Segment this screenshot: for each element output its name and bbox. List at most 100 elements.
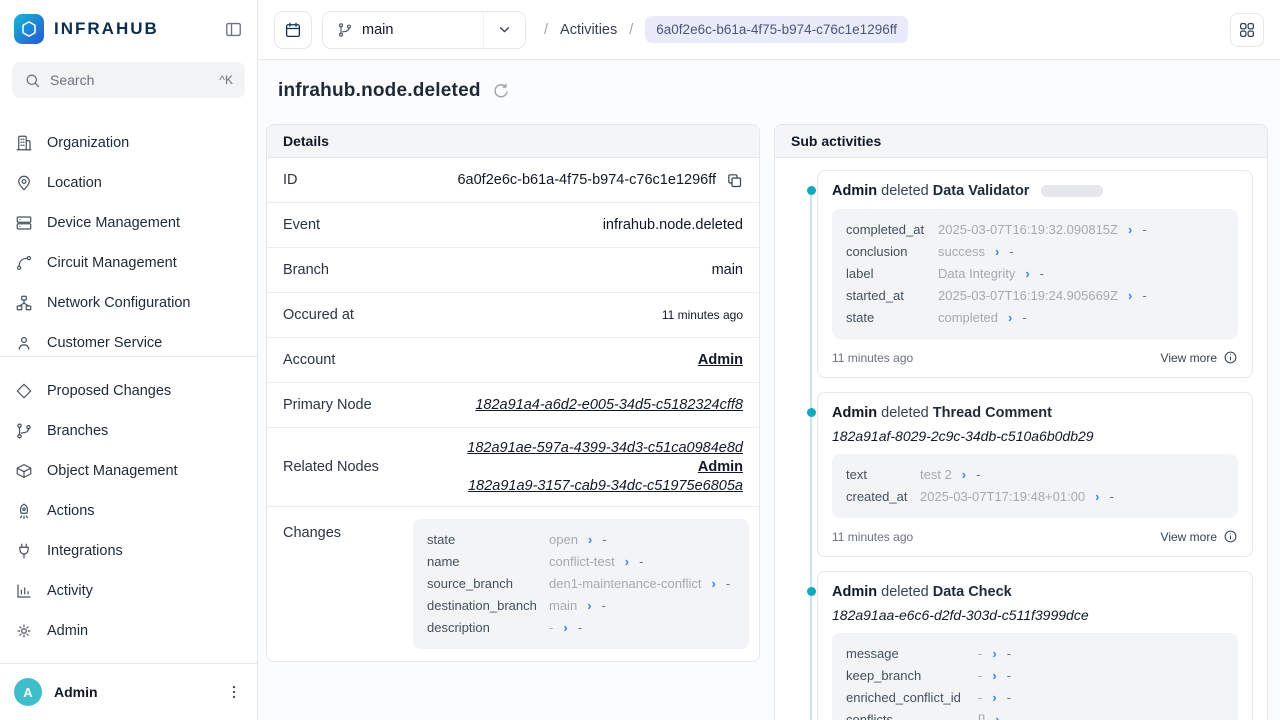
chevron-down-icon[interactable] [483,12,525,48]
field-row: started_at2025-03-07T16:19:24.905669Z- [846,285,1224,307]
field-row: created_at2025-03-07T17:19:48+01:00- [846,486,1224,508]
account-link[interactable]: Admin [698,352,743,368]
sidebar: INFRAHUB Search ^K Organization Location [0,0,258,720]
chevron-right-icon [711,573,715,595]
user-menu-kebab-icon[interactable] [225,683,243,701]
apps-grid-button[interactable] [1230,13,1264,47]
breadcrumb-activities[interactable]: Activities [560,22,617,38]
network-icon [15,294,33,312]
circuit-icon [15,254,33,272]
sidebar-item-label: Network Configuration [47,295,190,311]
sidebar-header: INFRAHUB [0,0,257,52]
panels: Details ID 6a0f2e6c-b61a-4f75-b974-c76c1… [266,124,1268,720]
card-time: 11 minutes ago [832,530,913,544]
sub-activities-panel: Sub activities Admin deleted Data Valida… [774,124,1268,720]
card-footer: 11 minutes ago View more [832,350,1238,365]
server-icon [15,214,33,232]
card-time: 11 minutes ago [832,351,913,365]
sub-activity-card: Admin deleted Data Check 182a91aa-e6c6-d… [817,571,1253,720]
related-node-link[interactable]: 182a91a9-3157-cab9-34dc-c51975e6805a [468,478,743,494]
search-input[interactable]: Search ^K [12,62,245,98]
refresh-icon[interactable] [492,82,510,100]
breadcrumb-activity-id[interactable]: 6a0f2e6c-b61a-4f75-b974-c76c1e1296ff [645,16,908,43]
view-more-button[interactable]: View more [1161,350,1238,365]
git-branch-icon [15,422,33,440]
search-icon [24,72,41,89]
sidebar-item-proposed-changes[interactable]: Proposed Changes [0,371,257,411]
page-content: infrahub.node.deleted Details ID 6a0f2e6… [258,60,1280,720]
main-area: main / Activities / 6a0f2e6c-b61a-4f75-b… [258,0,1280,720]
copy-icon[interactable] [726,172,743,189]
field-row: completed_at2025-03-07T16:19:32.090815Z- [846,219,1224,241]
change-row: description-- [427,617,735,639]
chevron-right-icon [962,464,966,486]
timeline-dot [807,408,816,417]
sidebar-item-label: Location [47,175,102,191]
sidebar-item-label: Actions [47,503,95,519]
detail-occured-value: 11 minutes ago [662,308,743,322]
field-row: keep_branch-- [846,665,1224,687]
sidebar-item-admin[interactable]: Admin [0,611,257,651]
primary-node-link[interactable]: 182a91a4-a6d2-e005-34d5-c5182324cff8 [475,397,743,413]
sub-activities-timeline: Admin deleted Data Validator completed_a… [775,158,1267,720]
customer-icon [15,334,33,352]
sidebar-item-label: Integrations [47,543,123,559]
git-branch-icon [337,22,353,38]
chevron-right-icon [995,241,999,263]
sidebar-item-integrations[interactable]: Integrations [0,531,257,571]
fields-box: message-- keep_branch-- enriched_conflic… [832,633,1238,720]
cube-icon [15,462,33,480]
view-more-button[interactable]: View more [1161,529,1238,544]
chevron-right-icon [1008,307,1012,329]
avatar[interactable]: A [14,678,42,706]
sidebar-item-location[interactable]: Location [0,163,257,203]
sidebar-item-activity[interactable]: Activity [0,571,257,611]
chevron-right-icon [563,617,567,639]
bar-chart-icon [15,582,33,600]
sidebar-item-object-management[interactable]: Object Management [0,451,257,491]
details-panel: Details ID 6a0f2e6c-b61a-4f75-b974-c76c1… [266,124,760,662]
plug-icon [15,542,33,560]
related-node-link[interactable]: 182a91ae-597a-4399-34d3-c51ca0984e8d [467,440,743,456]
sidebar-item-actions[interactable]: Actions [0,491,257,531]
collapse-sidebar-button[interactable] [224,20,243,39]
chevron-right-icon [1128,219,1132,241]
timeline-line [810,190,812,720]
timeline-dot [807,186,816,195]
sidebar-item-network-configuration[interactable]: Network Configuration [0,283,257,323]
sidebar-user-row: A Admin [0,663,257,720]
change-row: destination_branchmain- [427,595,735,617]
related-node-link[interactable]: Admin [698,459,743,475]
chevron-right-icon [1025,263,1029,285]
sidebar-nav: Organization Location Device Management … [0,123,257,651]
sub-activity-object-id: 182a91aa-e6c6-d2fd-303d-c511f3999dce [832,607,1238,623]
detail-row-id: ID 6a0f2e6c-b61a-4f75-b974-c76c1e1296ff [267,158,759,203]
sub-activity-object-id: 182a91af-8029-2c9c-34db-c510a6b0db29 [832,428,1238,444]
branch-selector[interactable]: main [322,11,526,49]
field-row: labelData Integrity- [846,263,1224,285]
user-name: Admin [54,684,98,700]
sidebar-item-circuit-management[interactable]: Circuit Management [0,243,257,283]
sidebar-item-label: Branches [47,423,108,439]
search-shortcut: ^K [219,73,233,87]
sidebar-item-branches[interactable]: Branches [0,411,257,451]
sidebar-item-label: Circuit Management [47,255,177,271]
sidebar-item-customer-service[interactable]: Customer Service [0,323,257,357]
page-title-row: infrahub.node.deleted [278,80,1268,102]
calendar-button[interactable] [274,11,312,49]
sub-activity-card: Admin deleted Thread Comment 182a91af-80… [817,392,1253,557]
sidebar-item-label: Organization [47,135,129,151]
chevron-right-icon [992,665,996,687]
info-icon [1223,529,1238,544]
chevron-right-icon [1128,285,1132,307]
field-row: texttest 2- [846,464,1224,486]
sidebar-item-organization[interactable]: Organization [0,123,257,163]
sidebar-item-device-management[interactable]: Device Management [0,203,257,243]
detail-row-account: Account Admin [267,338,759,383]
details-panel-title: Details [267,125,759,158]
fields-box: texttest 2- created_at2025-03-07T17:19:4… [832,454,1238,518]
organization-icon [15,134,33,152]
top-bar: main / Activities / 6a0f2e6c-b61a-4f75-b… [258,0,1280,60]
detail-event-value: infrahub.node.deleted [603,217,743,233]
sidebar-item-label: Customer Service [47,335,162,351]
